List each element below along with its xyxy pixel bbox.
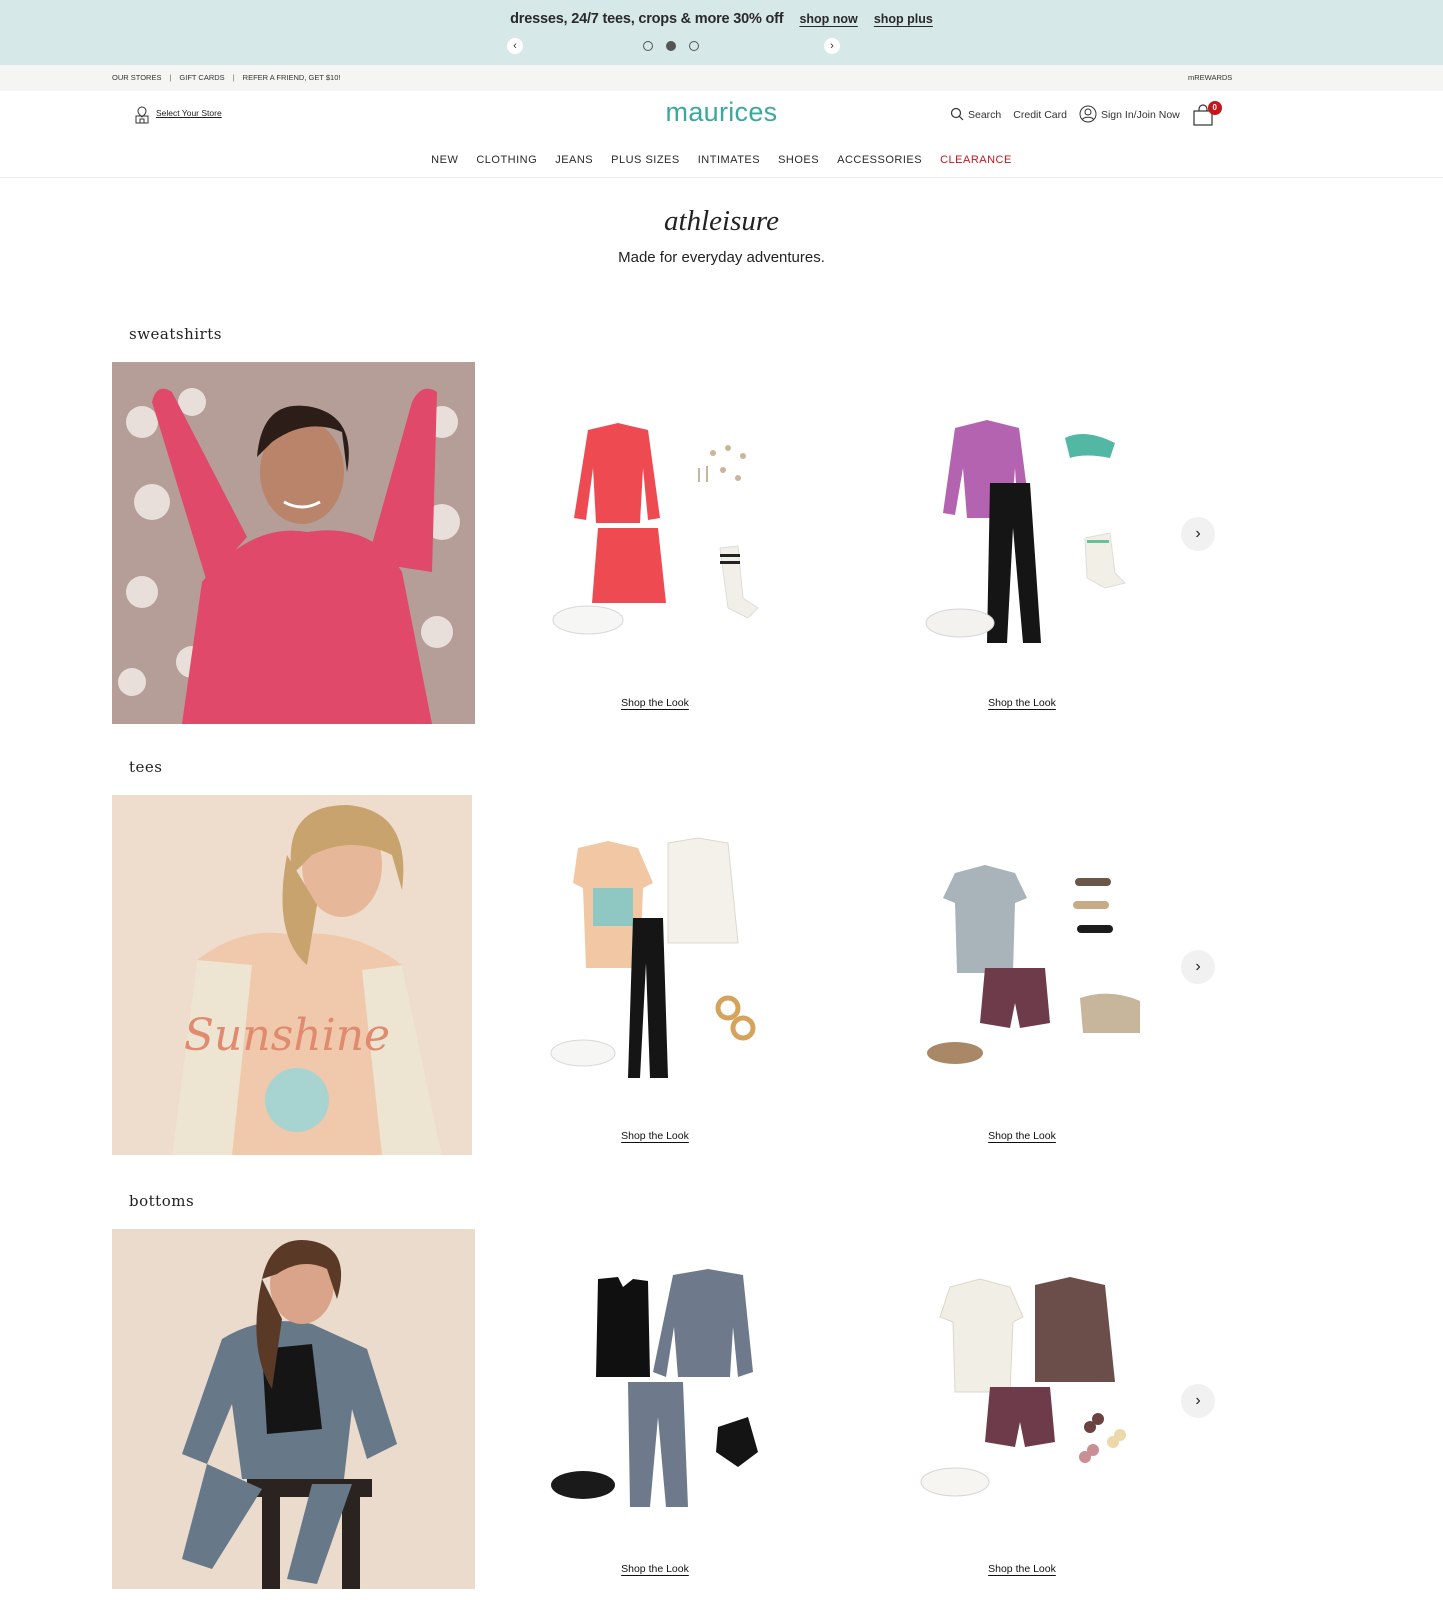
nav-clothing[interactable]: CLOTHING xyxy=(476,154,537,166)
rewards-link-wrap: mREWARDS xyxy=(1188,73,1232,82)
section-title-sweatshirts: sweatshirts xyxy=(129,325,222,343)
sign-in-button[interactable]: Sign In/Join Now xyxy=(1079,105,1180,126)
section-title-bottoms: bottoms xyxy=(129,1192,195,1210)
nav-new[interactable]: NEW xyxy=(431,154,458,166)
bottoms-look-1-shop-link[interactable]: Shop the Look xyxy=(555,1563,755,1575)
page-title: athleisure xyxy=(664,205,779,237)
chevron-left-icon: ‹ xyxy=(513,40,517,52)
main-nav: NEW CLOTHING JEANS PLUS SIZES INTIMATES … xyxy=(0,154,1443,166)
chevron-right-icon: › xyxy=(1195,958,1201,975)
credit-card-link[interactable]: Credit Card xyxy=(1013,109,1067,121)
sweatshirts-next-button[interactable]: › xyxy=(1181,517,1215,551)
chevron-right-icon: › xyxy=(830,40,834,52)
tees-look-2-shop-link[interactable]: Shop the Look xyxy=(922,1130,1122,1142)
our-stores-link[interactable]: OUR STORES xyxy=(112,73,161,82)
bottoms-next-button[interactable]: › xyxy=(1181,1384,1215,1418)
nav-clearance[interactable]: CLEARANCE xyxy=(940,154,1012,166)
shopping-bag-icon xyxy=(1192,104,1214,129)
tees-next-button[interactable]: › xyxy=(1181,950,1215,984)
user-icon xyxy=(1079,105,1097,126)
nav-intimates[interactable]: INTIMATES xyxy=(698,154,760,166)
bag-count-badge: 0 xyxy=(1207,101,1222,115)
sweatshirts-look-2-image[interactable] xyxy=(915,408,1160,653)
bottoms-hero-image[interactable] xyxy=(112,1229,475,1589)
sign-in-label: Sign In/Join Now xyxy=(1100,109,1180,121)
carousel-dot-2[interactable] xyxy=(666,41,676,51)
divider: | xyxy=(169,73,172,82)
nav-plus-sizes[interactable]: PLUS SIZES xyxy=(611,154,680,166)
promo-banner: dresses, 24/7 tees, crops & more 30% off… xyxy=(0,0,1443,65)
bottoms-look-1-image[interactable] xyxy=(548,1267,793,1512)
sweatshirts-hero-image[interactable] xyxy=(112,362,475,724)
promo-text: dresses, 24/7 tees, crops & more 30% off xyxy=(510,11,784,27)
nav-jeans[interactable]: JEANS xyxy=(555,154,593,166)
maurices-logo[interactable]: maurices xyxy=(0,97,1443,128)
sweatshirts-look-1-shop-link[interactable]: Shop the Look xyxy=(555,697,755,709)
bottoms-look-2-image[interactable] xyxy=(915,1267,1160,1512)
promo-prev-button[interactable]: ‹ xyxy=(507,38,523,54)
utility-links: OUR STORES | GIFT CARDS | REFER A FRIEND… xyxy=(112,73,340,82)
promo-row: dresses, 24/7 tees, crops & more 30% off… xyxy=(0,11,1443,27)
carousel-dot-1[interactable] xyxy=(643,41,653,51)
shop-plus-link[interactable]: shop plus xyxy=(874,12,933,26)
shop-now-link[interactable]: shop now xyxy=(799,12,857,26)
chevron-right-icon: › xyxy=(1195,525,1201,542)
shopping-bag-button[interactable]: 0 xyxy=(1192,101,1222,129)
sweatshirts-look-1-image[interactable] xyxy=(548,408,793,653)
refer-friend-link[interactable]: REFER A FRIEND, GET $10! xyxy=(243,73,341,82)
bottoms-look-2-shop-link[interactable]: Shop the Look xyxy=(922,1563,1122,1575)
rewards-link[interactable]: mREWARDS xyxy=(1188,73,1232,82)
svg-text:Sunshine: Sunshine xyxy=(184,1010,390,1061)
search-icon xyxy=(950,107,964,124)
nav-accessories[interactable]: ACCESSORIES xyxy=(837,154,922,166)
gift-cards-link[interactable]: GIFT CARDS xyxy=(179,73,224,82)
nav-shoes[interactable]: SHOES xyxy=(778,154,819,166)
header-actions: Search Credit Card Sign In/Join Now 0 xyxy=(950,101,1222,129)
nav-divider xyxy=(0,177,1443,178)
promo-next-button[interactable]: › xyxy=(824,38,840,54)
promo-carousel-dots xyxy=(643,41,699,51)
sweatshirts-look-2-shop-link[interactable]: Shop the Look xyxy=(922,697,1122,709)
search-button[interactable]: Search xyxy=(950,107,1001,124)
carousel-dot-3[interactable] xyxy=(689,41,699,51)
tees-look-2-image[interactable] xyxy=(915,833,1160,1078)
page-subtitle: Made for everyday adventures. xyxy=(618,249,825,266)
utility-bar: OUR STORES | GIFT CARDS | REFER A FRIEND… xyxy=(0,65,1443,91)
section-title-tees: tees xyxy=(129,758,163,776)
tees-hero-image[interactable]: Sunshine xyxy=(112,795,472,1155)
search-label: Search xyxy=(968,109,1002,121)
divider: | xyxy=(232,73,235,82)
credit-card-label: Credit Card xyxy=(1013,109,1067,121)
chevron-right-icon: › xyxy=(1195,1392,1201,1409)
tees-look-1-shop-link[interactable]: Shop the Look xyxy=(555,1130,755,1142)
tees-look-1-image[interactable] xyxy=(548,833,793,1078)
